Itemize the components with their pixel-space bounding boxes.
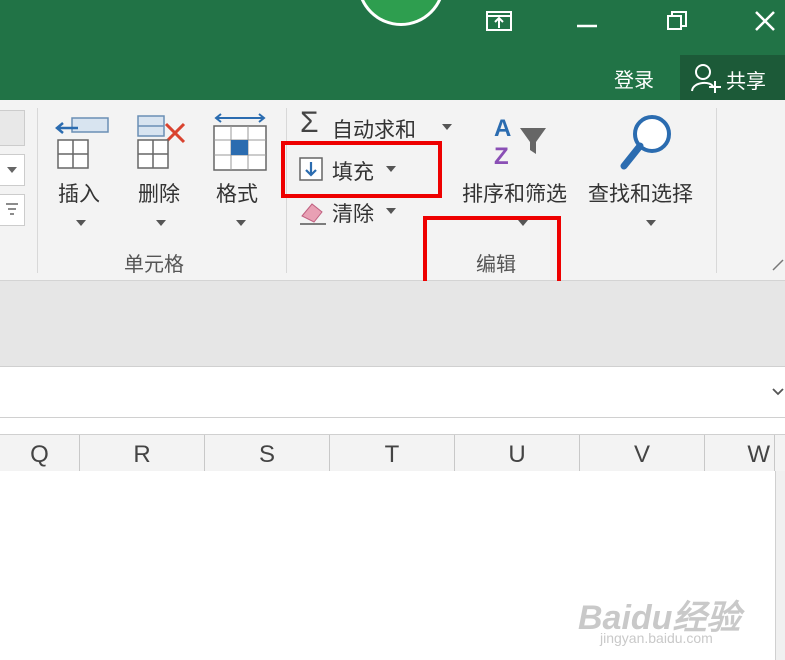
column-header[interactable]: U <box>455 435 580 471</box>
ribbon-display-options-icon[interactable] <box>484 6 514 36</box>
close-icon[interactable] <box>750 6 780 36</box>
column-header[interactable]: Q <box>0 435 80 471</box>
svg-text:Z: Z <box>494 143 509 170</box>
column-header[interactable]: W <box>705 435 775 471</box>
clear-button[interactable]: 清除 <box>298 194 408 228</box>
delete-label: 删除 <box>138 183 180 206</box>
share-label: 共享 <box>726 71 766 93</box>
login-link[interactable]: 登录 <box>614 64 654 93</box>
collapse-ribbon-icon[interactable] <box>771 258 785 272</box>
minimize-icon[interactable] <box>572 6 602 36</box>
partial-filter-button[interactable] <box>0 194 25 226</box>
chevron-down-icon <box>442 124 452 130</box>
insert-cells-icon <box>55 117 109 169</box>
chevron-down-icon <box>76 220 86 226</box>
find-select-button[interactable]: 查找和选择 <box>588 112 712 232</box>
magnifier-icon <box>620 115 671 170</box>
find-select-label: 查找和选择 <box>588 183 693 206</box>
highlight-fill <box>281 141 442 198</box>
delete-cells-icon <box>137 115 186 169</box>
sort-filter-button[interactable]: A Z 排序和筛选 <box>460 112 584 232</box>
cells-group-label: 单元格 <box>124 254 184 276</box>
autosum-button[interactable]: Σ 自动求和 <box>298 106 458 144</box>
eraser-icon <box>300 203 326 225</box>
column-header[interactable]: T <box>330 435 455 471</box>
separator <box>37 108 38 273</box>
chevron-down-icon <box>386 208 396 214</box>
chevron-down-icon <box>646 220 656 226</box>
vertical-scrollbar[interactable] <box>775 471 785 660</box>
sigma-icon: Σ <box>300 106 319 139</box>
column-header[interactable]: S <box>205 435 330 471</box>
delete-button[interactable]: 删除 <box>130 112 192 232</box>
watermark-url: jingyan.baidu.com <box>600 630 713 646</box>
chevron-down-icon <box>236 220 246 226</box>
insert-label: 插入 <box>58 183 100 206</box>
notification-badge: 39 <box>357 0 445 26</box>
insert-button[interactable]: 插入 <box>50 112 112 232</box>
partial-dropdown[interactable] <box>0 110 25 146</box>
ribbon-spacer <box>0 281 785 366</box>
restore-icon[interactable] <box>662 6 692 36</box>
formula-bar[interactable] <box>0 366 785 418</box>
column-headers: Q R S T U V W <box>0 434 785 472</box>
format-label: 格式 <box>216 183 258 206</box>
user-icon <box>691 64 721 93</box>
column-header[interactable]: V <box>580 435 705 471</box>
sort-filter-label: 排序和筛选 <box>462 183 567 206</box>
clear-label: 清除 <box>332 203 374 226</box>
svg-text:A: A <box>494 115 511 142</box>
partial-dropdown-2[interactable] <box>0 154 25 186</box>
share-button[interactable]: 共享 <box>680 55 785 100</box>
title-bar: 39 登录 共享 <box>0 0 785 100</box>
format-button[interactable]: 格式 <box>208 112 270 232</box>
separator <box>716 108 717 273</box>
column-header[interactable]: R <box>80 435 205 471</box>
autosum-label: 自动求和 <box>332 119 416 142</box>
chevron-down-icon <box>156 220 166 226</box>
sort-filter-icon: A Z <box>494 115 546 170</box>
expand-formula-icon[interactable] <box>771 387 785 397</box>
format-cells-icon <box>213 113 267 171</box>
